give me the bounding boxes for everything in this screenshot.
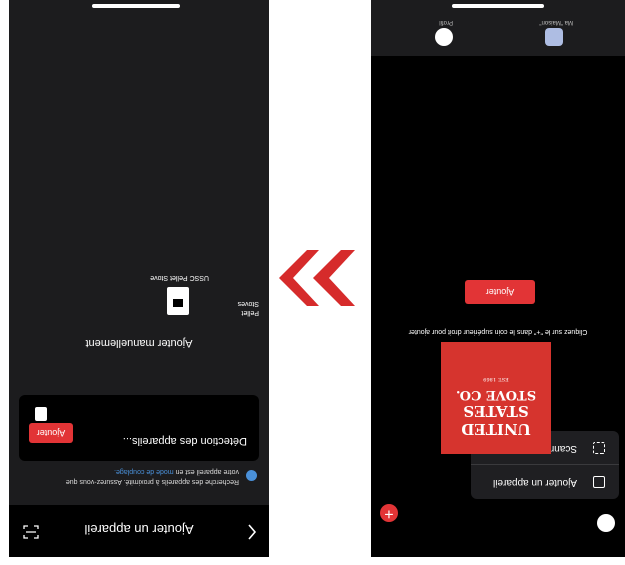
hint-text: Cliquez sur le "+" dans le coin supérieu…: [408, 328, 588, 335]
info-text-line2: votre appareil est en mode de couplage.: [114, 468, 239, 475]
loading-spinner-icon: [246, 470, 257, 481]
qr-scan-icon: [593, 442, 605, 454]
logo-line4: EST. 1869: [483, 376, 509, 382]
pairing-mode-link[interactable]: mode de couplage.: [114, 468, 174, 475]
stove-icon: [35, 407, 47, 421]
info-text-prefix: votre appareil est en: [173, 468, 239, 475]
right-phone-screen: + Ajouter un appareil Scanner le QR code…: [371, 0, 625, 557]
direction-arrows-icon: [279, 250, 355, 306]
menu-item-add-device[interactable]: Ajouter un appareil: [471, 465, 619, 499]
tab-profile-label: Profil: [439, 19, 453, 25]
info-text-line1: Recherche des appareils à proximité. Ass…: [65, 478, 239, 485]
stove-window-icon: [173, 299, 183, 307]
brand-logo: UNITED STATES STOVE CO. EST. 1869: [441, 342, 551, 454]
detection-status-text: Détection des appareils...: [122, 435, 247, 447]
product-caption: USSC Pellet Stove: [150, 274, 209, 281]
plus-icon[interactable]: +: [380, 504, 398, 522]
logo-line3: STOVE CO.: [455, 387, 537, 402]
category-line1: Pellet: [241, 309, 259, 316]
home-indicator: [452, 4, 544, 8]
gear-icon[interactable]: [597, 514, 615, 532]
left-phone-screen: Ajouter un appareil Recherche des appare…: [9, 0, 269, 557]
scan-icon[interactable]: [23, 525, 39, 539]
add-device-label: Ajouter un appareil: [493, 477, 577, 488]
left-header: Ajouter un appareil: [9, 505, 269, 557]
product-category-label: Pellet Stoves: [238, 299, 259, 317]
tab-home-label: Ma "Maison": [539, 19, 573, 25]
left-screen-rotated: Ajouter un appareil Recherche des appare…: [9, 0, 269, 557]
add-detected-button[interactable]: Ajouter: [29, 423, 73, 443]
profile-icon[interactable]: [435, 28, 453, 46]
detection-card: Détection des appareils... Ajouter: [19, 395, 259, 461]
right-screen-rotated: + Ajouter un appareil Scanner le QR code…: [371, 0, 625, 557]
logo-line1: UNITED: [461, 420, 531, 438]
home-icon[interactable]: [545, 28, 563, 46]
home-indicator: [92, 4, 180, 8]
category-line2: Stoves: [237, 300, 259, 307]
tab-bar: Ma "Maison" Profil: [371, 0, 625, 56]
manual-add-heading: Ajouter manuellement: [85, 337, 193, 349]
pellet-stove-product-tile[interactable]: [167, 287, 189, 315]
logo-line2: STATES: [463, 402, 529, 420]
page-title: Ajouter un appareil: [84, 522, 194, 537]
device-icon: [593, 476, 605, 488]
add-button[interactable]: Ajouter: [465, 280, 535, 304]
